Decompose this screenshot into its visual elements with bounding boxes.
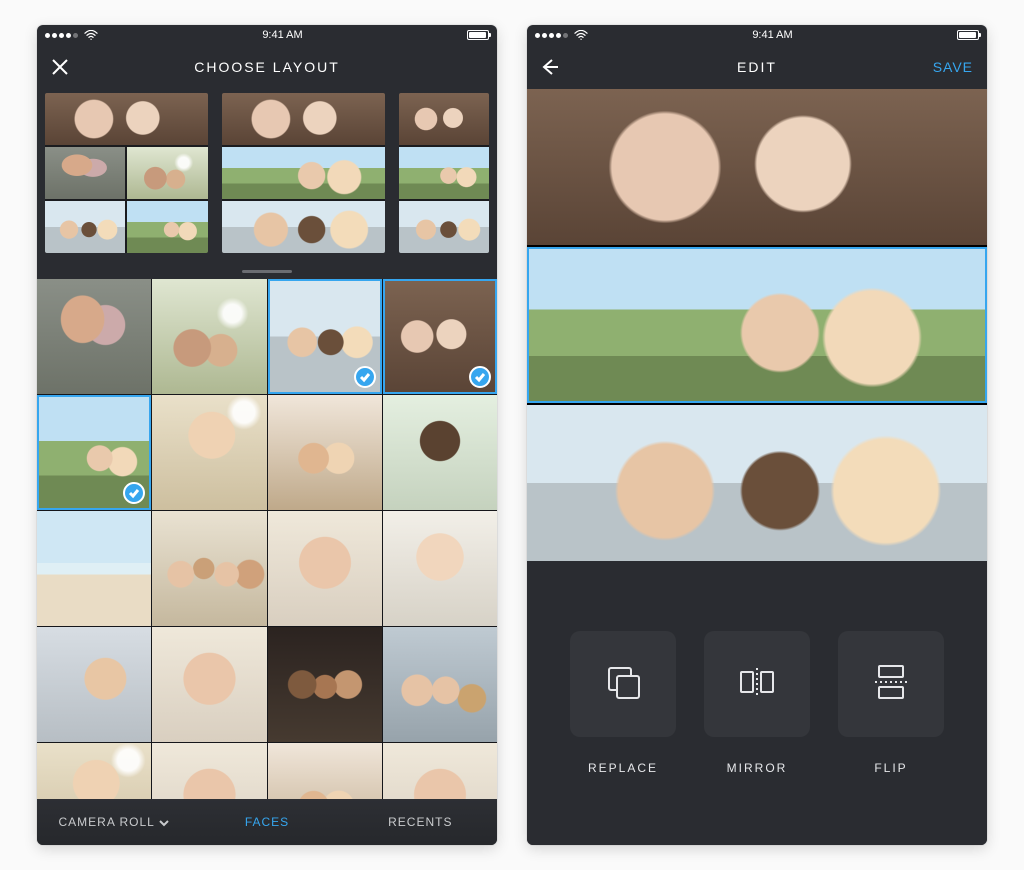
photo-thumbnail[interactable] bbox=[37, 627, 151, 742]
chevron-down-icon bbox=[159, 817, 169, 827]
selected-check-icon bbox=[469, 366, 491, 388]
layout-option-grid[interactable] bbox=[45, 93, 208, 253]
photo-thumbnail[interactable] bbox=[152, 627, 266, 742]
nav-title: EDIT bbox=[737, 59, 777, 75]
tab-label: CAMERA ROLL bbox=[58, 815, 154, 829]
photo-thumbnail[interactable] bbox=[268, 279, 382, 394]
wifi-icon bbox=[574, 30, 588, 40]
battery-icon bbox=[957, 30, 979, 40]
photo-grid[interactable] bbox=[37, 279, 497, 799]
tab-label: FACES bbox=[245, 815, 289, 829]
flip-icon bbox=[869, 660, 913, 709]
replace-button[interactable] bbox=[570, 631, 676, 737]
status-bar: 9:41 AM bbox=[527, 25, 987, 45]
layout-picker[interactable] bbox=[37, 89, 497, 279]
status-time: 9:41 AM bbox=[262, 29, 302, 41]
photo-thumbnail[interactable] bbox=[152, 743, 266, 799]
mirror-icon bbox=[735, 660, 779, 709]
tab-label: RECENTS bbox=[388, 815, 452, 829]
collage-strip[interactable] bbox=[527, 89, 987, 245]
status-bar: 9:41 AM bbox=[37, 25, 497, 45]
screen-edit: 9:41 AM EDIT SAVE bbox=[527, 25, 987, 845]
battery-icon bbox=[467, 30, 489, 40]
source-tabbar: CAMERA ROLL FACES RECENTS bbox=[37, 799, 497, 845]
photo-thumbnail[interactable] bbox=[37, 279, 151, 394]
screen-choose-layout: 9:41 AM CHOOSE LAYOUT bbox=[37, 25, 497, 845]
nav-bar: CHOOSE LAYOUT bbox=[37, 45, 497, 89]
photo-thumbnail[interactable] bbox=[152, 395, 266, 510]
tab-recents[interactable]: RECENTS bbox=[344, 799, 497, 845]
signal-dots-icon bbox=[535, 33, 568, 38]
edit-canvas[interactable] bbox=[527, 89, 987, 561]
tab-camera-roll[interactable]: CAMERA ROLL bbox=[37, 799, 190, 845]
selected-check-icon bbox=[354, 366, 376, 388]
signal-dots-icon bbox=[45, 33, 78, 38]
photo-thumbnail[interactable] bbox=[268, 395, 382, 510]
mirror-label: MIRROR bbox=[704, 761, 810, 775]
nav-title: CHOOSE LAYOUT bbox=[194, 59, 340, 75]
wifi-icon bbox=[84, 30, 98, 40]
replace-label: REPLACE bbox=[570, 761, 676, 775]
back-button[interactable] bbox=[527, 45, 573, 89]
photo-thumbnail[interactable] bbox=[383, 743, 497, 799]
photo-thumbnail[interactable] bbox=[37, 511, 151, 626]
save-button[interactable]: SAVE bbox=[919, 45, 987, 89]
photo-thumbnail[interactable] bbox=[37, 395, 151, 510]
photo-thumbnail[interactable] bbox=[383, 627, 497, 742]
photo-thumbnail[interactable] bbox=[268, 627, 382, 742]
photo-thumbnail[interactable] bbox=[37, 743, 151, 799]
photo-thumbnail[interactable] bbox=[383, 511, 497, 626]
photo-thumbnail[interactable] bbox=[383, 279, 497, 394]
close-icon bbox=[51, 58, 69, 76]
tab-faces[interactable]: FACES bbox=[190, 799, 343, 845]
flip-label: FLIP bbox=[838, 761, 944, 775]
photo-thumbnail[interactable] bbox=[268, 743, 382, 799]
resize-handle[interactable] bbox=[725, 401, 789, 403]
nav-bar: EDIT SAVE bbox=[527, 45, 987, 89]
photo-thumbnail[interactable] bbox=[383, 395, 497, 510]
layout-option-rows-narrow[interactable] bbox=[399, 93, 489, 253]
replace-icon bbox=[601, 660, 645, 709]
close-button[interactable] bbox=[37, 45, 83, 89]
collage-strip[interactable] bbox=[527, 247, 987, 403]
back-arrow-icon bbox=[541, 58, 559, 76]
edit-tools: REPLACE MIRROR FLIP bbox=[527, 561, 987, 845]
layout-scroll-indicator bbox=[242, 270, 292, 273]
collage-strip[interactable] bbox=[527, 405, 987, 561]
save-label: SAVE bbox=[933, 59, 973, 75]
photo-thumbnail[interactable] bbox=[152, 511, 266, 626]
status-time: 9:41 AM bbox=[752, 29, 792, 41]
flip-button[interactable] bbox=[838, 631, 944, 737]
resize-handle[interactable] bbox=[725, 247, 789, 249]
mirror-button[interactable] bbox=[704, 631, 810, 737]
layout-option-rows[interactable] bbox=[222, 93, 385, 253]
photo-thumbnail[interactable] bbox=[268, 511, 382, 626]
photo-thumbnail[interactable] bbox=[152, 279, 266, 394]
